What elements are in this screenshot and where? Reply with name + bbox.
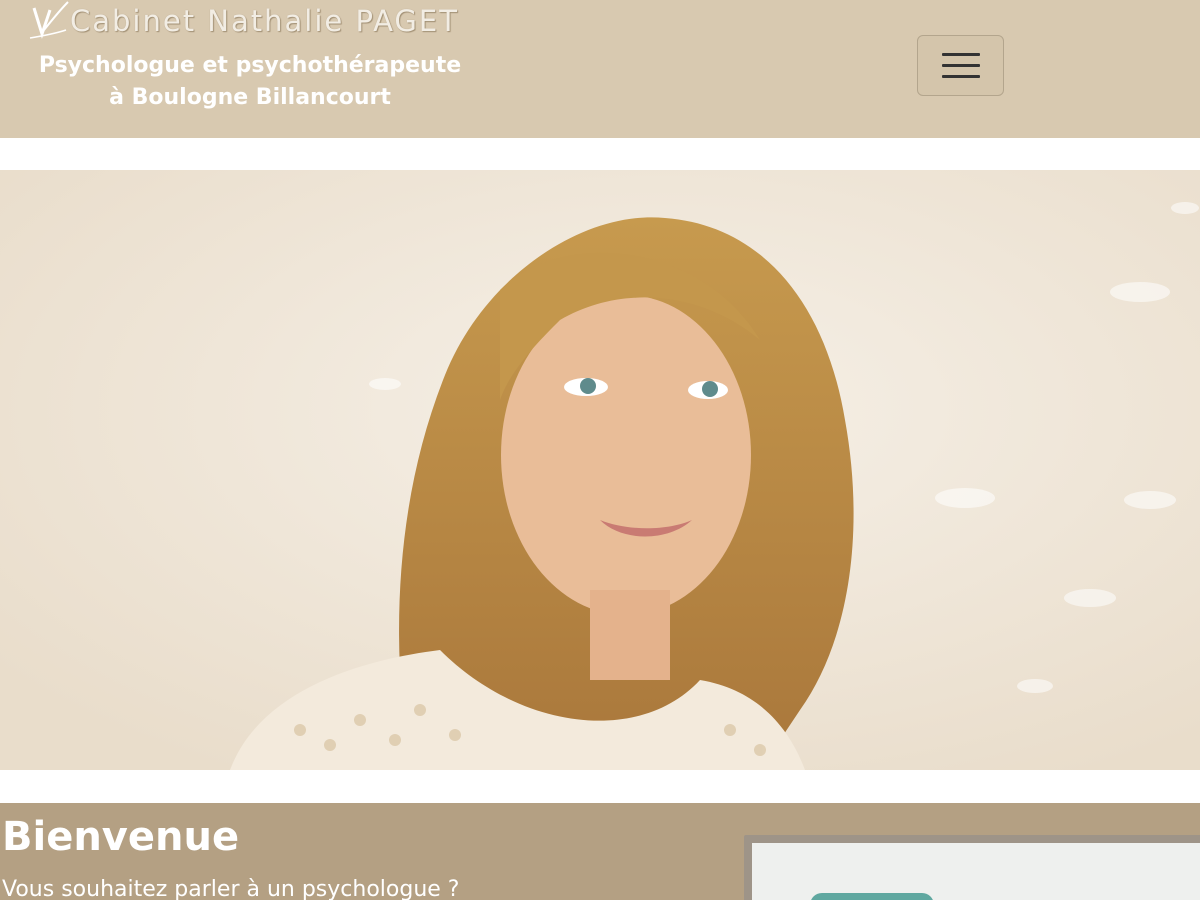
hero-image [0,170,1200,770]
hamburger-icon-bar [941,75,980,78]
office-photo-content [752,843,1200,900]
office-photo-cushion [810,893,934,900]
logo-mark-icon [29,1,69,39]
logo-text: Cabinet Nathalie PAGET [70,4,459,38]
site-logo[interactable]: Cabinet Nathalie PAGET [28,0,468,46]
welcome-title: Bienvenue [2,814,240,860]
welcome-section: Bienvenue Vous souhaitez parler à un psy… [0,803,1200,900]
office-photo [744,835,1200,900]
menu-toggle-button[interactable] [917,35,1004,96]
hamburger-icon-bar [941,53,980,56]
portrait-photo [0,170,1200,770]
site-header: Cabinet Nathalie PAGET Psychologue et ps… [0,0,1200,138]
site-tagline: Psychologue et psychothérapeute à Boulog… [38,53,462,110]
hamburger-icon-bar [941,64,980,67]
welcome-intro: Vous souhaitez parler à un psychologue ? [2,877,460,900]
